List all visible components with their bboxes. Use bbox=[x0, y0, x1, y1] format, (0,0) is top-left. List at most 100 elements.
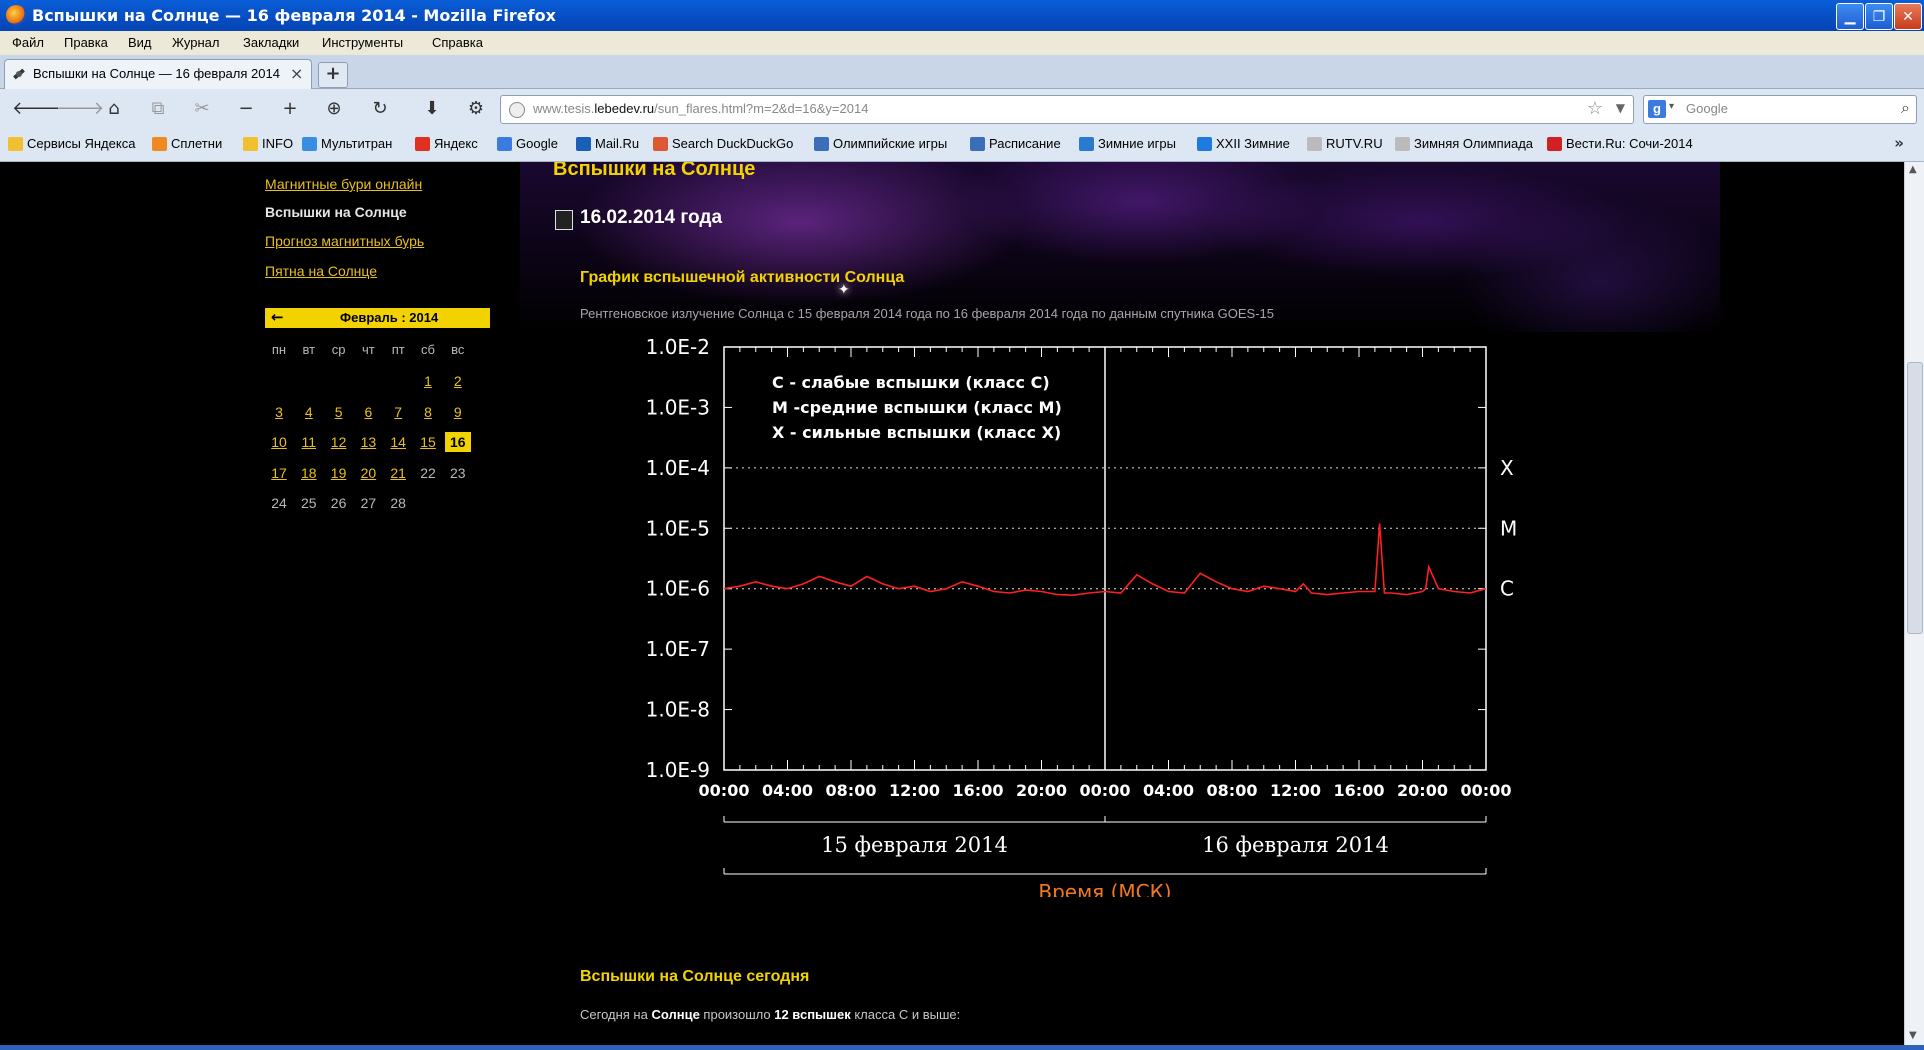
calendar-day[interactable]: 20 bbox=[355, 463, 381, 483]
menu-tools[interactable]: Инструменты bbox=[322, 35, 403, 50]
bookmark-11[interactable]: Зимние игры bbox=[1079, 136, 1176, 151]
scrollbar-thumb[interactable] bbox=[1907, 362, 1923, 634]
calendar-day[interactable]: 1 bbox=[415, 371, 441, 391]
tab-active[interactable]: Вспышки на Солнце — 16 февраля 2014 × bbox=[4, 59, 312, 89]
url-dropdown-icon[interactable]: ▼ bbox=[1616, 101, 1625, 115]
url-bar[interactable]: www.tesis.lebedev.ru/sun_flares.html?m=2… bbox=[500, 95, 1634, 124]
calendar-day[interactable]: 8 bbox=[415, 402, 441, 422]
zoom-in-icon[interactable]: + bbox=[276, 97, 304, 121]
calendar-day[interactable]: 17 bbox=[266, 463, 292, 483]
tab-title: Вспышки на Солнце — 16 февраля 2014 bbox=[33, 66, 280, 81]
calendar-day[interactable]: 13 bbox=[355, 432, 381, 452]
x-tick-label: 08:00 bbox=[1207, 781, 1258, 800]
calendar-day[interactable]: 11 bbox=[296, 432, 322, 452]
calendar-day[interactable]: 10 bbox=[266, 432, 292, 452]
bookmark-13[interactable]: RUTV.RU bbox=[1307, 136, 1383, 151]
home-icon[interactable]: ⌂ bbox=[100, 97, 128, 121]
calendar-day[interactable]: 4 bbox=[296, 402, 322, 422]
download-icon[interactable]: ⬇ bbox=[418, 97, 446, 121]
calendar-day: 23 bbox=[450, 464, 466, 481]
google-engine-icon[interactable]: g bbox=[1648, 100, 1666, 118]
menu-view[interactable]: Вид bbox=[128, 35, 152, 50]
calendar-day[interactable]: 9 bbox=[445, 402, 471, 422]
window-title: Вспышки на Солнце — 16 февраля 2014 - Mo… bbox=[32, 6, 556, 25]
calendar-prev-month-button[interactable]: ← bbox=[271, 308, 284, 326]
maximize-button[interactable]: ❐ bbox=[1865, 3, 1893, 30]
bookmark-label: Зимние игры bbox=[1098, 136, 1176, 151]
calendar-day[interactable]: 5 bbox=[326, 402, 352, 422]
calendar-day[interactable]: 14 bbox=[385, 432, 411, 452]
bookmark-label: XXII Зимние bbox=[1216, 136, 1290, 151]
y-tick-label: 1.0E-8 bbox=[646, 698, 710, 722]
calendar-day[interactable]: 7 bbox=[385, 402, 411, 422]
bookmark-14[interactable]: Зимняя Олимпиада bbox=[1395, 136, 1533, 151]
new-tab-button[interactable]: + bbox=[318, 62, 348, 88]
y-tick-label: 1.0E-5 bbox=[646, 516, 710, 540]
today-flares-heading: Вспышки на Солнце сегодня bbox=[580, 968, 810, 985]
sidebar-link-magnetic-storms-online[interactable]: Магнитные бури онлайн bbox=[265, 176, 422, 192]
bookmark-4[interactable]: Мультитран bbox=[302, 136, 392, 151]
scroll-down-icon[interactable]: ▼ bbox=[1909, 1030, 1917, 1041]
calendar-day[interactable]: 12 bbox=[326, 432, 352, 452]
bookmark-label: Олимпийские игры bbox=[833, 136, 948, 151]
calendar-day[interactable]: 15 bbox=[415, 432, 441, 452]
calendar-day: 22 bbox=[420, 464, 436, 481]
x-tick-label: 16:00 bbox=[953, 781, 1004, 800]
bookmark-6[interactable]: Google bbox=[497, 136, 558, 151]
folder-icon bbox=[8, 136, 23, 151]
zoom-reset-icon[interactable]: ⊕ bbox=[320, 97, 348, 121]
scroll-up-icon[interactable]: ▲ bbox=[1909, 164, 1917, 175]
menu-edit[interactable]: Правка bbox=[64, 35, 108, 50]
calendar-day[interactable]: 6 bbox=[355, 402, 381, 422]
bookmark-3[interactable]: INFO bbox=[243, 136, 293, 151]
bookmark-8[interactable]: Search DuckDuckGo bbox=[653, 136, 793, 151]
bookmarks-overflow-icon[interactable]: » bbox=[1894, 134, 1904, 152]
search-icon[interactable]: ⌕ bbox=[1901, 98, 1910, 118]
menu-bookmarks[interactable]: Закладки bbox=[243, 35, 299, 50]
bookmark-5[interactable]: Яндекс bbox=[415, 136, 478, 151]
back-icon[interactable]: 🡐 bbox=[12, 97, 60, 121]
reload-icon[interactable]: ↻ bbox=[366, 97, 394, 121]
calendar-day: 28 bbox=[390, 495, 406, 511]
sidebar-link-sunspots[interactable]: Пятна на Солнце bbox=[265, 263, 377, 279]
bookmark-2[interactable]: Сплетни bbox=[152, 136, 222, 151]
zoom-out-icon[interactable]: − bbox=[232, 97, 260, 121]
bookmark-star-icon[interactable]: ☆ bbox=[1587, 98, 1603, 119]
y-tick-label: 1.0E-3 bbox=[646, 395, 710, 419]
menu-history[interactable]: Журнал bbox=[172, 35, 219, 50]
menu-help[interactable]: Справка bbox=[432, 35, 483, 50]
copy-icon[interactable]: ⧉ bbox=[144, 97, 172, 121]
vertical-scrollbar[interactable]: ▲ ▼ bbox=[1904, 162, 1924, 1045]
calendar-day[interactable]: 2 bbox=[445, 371, 471, 391]
site-identity-icon[interactable] bbox=[509, 102, 525, 118]
bookmark-10[interactable]: Расписание bbox=[970, 136, 1061, 151]
olympic-icon bbox=[814, 136, 829, 151]
tab-close-icon[interactable]: × bbox=[290, 64, 303, 83]
calendar-day[interactable]: 3 bbox=[266, 402, 292, 422]
weekday-label: пт bbox=[391, 342, 405, 357]
close-window-button[interactable]: ✕ bbox=[1894, 3, 1922, 30]
bookmark-9[interactable]: Олимпийские игры bbox=[814, 136, 947, 151]
calendar-day[interactable]: 21 bbox=[385, 463, 411, 483]
sidebar-link-storm-forecast[interactable]: Прогноз магнитных бурь bbox=[265, 233, 424, 249]
bookmark-7[interactable]: Mail.Ru bbox=[576, 136, 639, 151]
multitran-icon bbox=[302, 136, 317, 151]
menu-file[interactable]: Файл bbox=[12, 35, 44, 50]
forward-icon[interactable]: 🡒 bbox=[56, 97, 104, 121]
bookmark-1[interactable]: Сервисы Яндекса bbox=[8, 136, 135, 151]
x-tick-label: 08:00 bbox=[826, 781, 877, 800]
bookmark-12[interactable]: XXII Зимние bbox=[1197, 136, 1290, 151]
engine-dropdown-icon[interactable]: ▾ bbox=[1669, 101, 1674, 112]
calendar-day[interactable]: 18 bbox=[296, 463, 322, 483]
cut-icon[interactable]: ✂ bbox=[188, 97, 216, 121]
date-heading: 16.02.2014 года bbox=[580, 207, 723, 228]
search-bar[interactable]: g ▾ Google ⌕ bbox=[1643, 95, 1917, 124]
search-input[interactable]: Google bbox=[1686, 101, 1728, 116]
tab-bar: Вспышки на Солнце — 16 февраля 2014 × + bbox=[0, 55, 1924, 89]
bookmark-15[interactable]: Вести.Ru: Сочи-2014 bbox=[1547, 136, 1693, 151]
x-tick-label: 20:00 bbox=[1397, 781, 1448, 800]
folder-icon bbox=[243, 136, 258, 151]
calendar-day[interactable]: 19 bbox=[326, 463, 352, 483]
addons-icon[interactable]: ⚙ bbox=[462, 97, 490, 121]
minimize-button[interactable]: ▁ bbox=[1836, 3, 1864, 30]
